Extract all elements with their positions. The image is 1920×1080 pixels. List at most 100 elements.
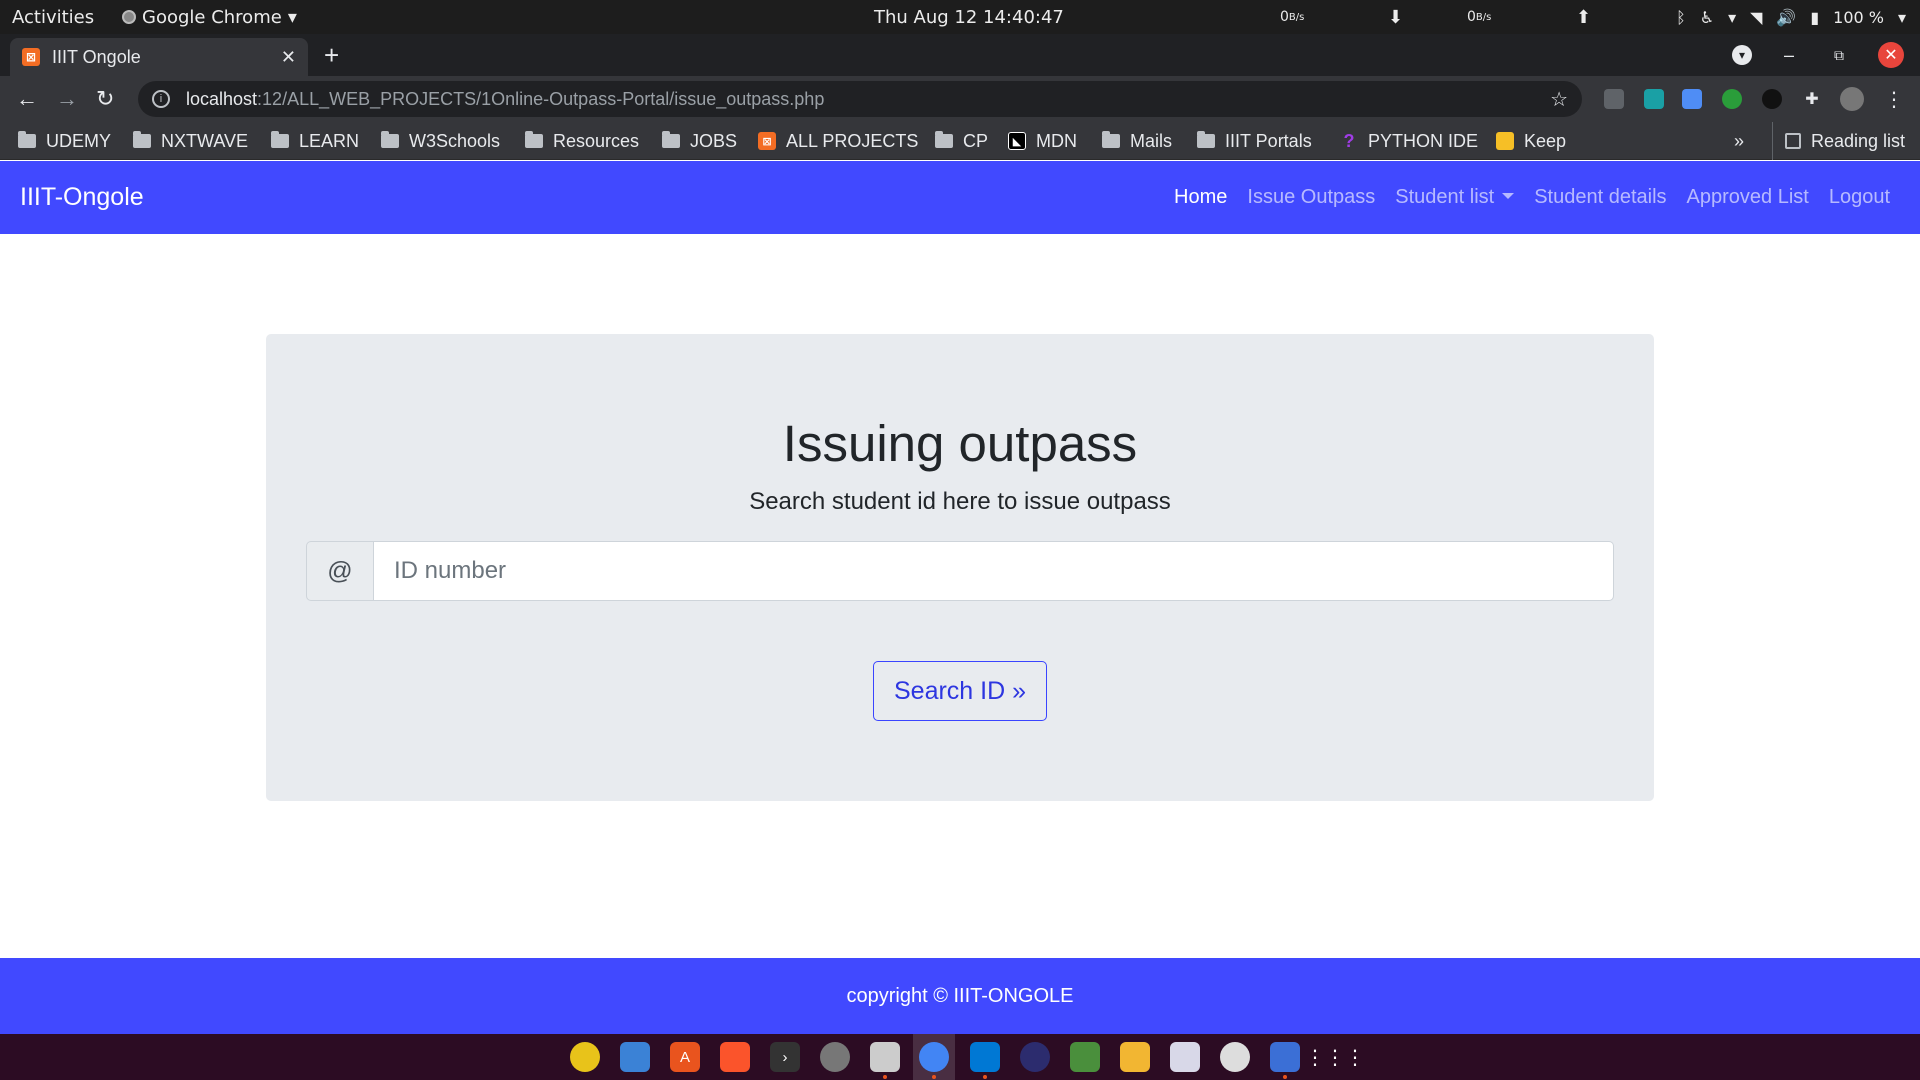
browser-toolbar: ← → ↻ i localhost:12/ALL_WEB_PROJECTS/1O… [0,76,1920,122]
bookmark-learn[interactable]: LEARN [271,122,359,160]
slack-icon[interactable] [1170,1042,1200,1072]
folder-icon [525,131,543,148]
address-bar[interactable]: i localhost:12/ALL_WEB_PROJECTS/1Online-… [138,81,1582,117]
chevron-down-icon: ▾ [1897,7,1906,27]
battery-percent: 100 % [1833,7,1884,27]
nav-link-home[interactable]: Home [1174,186,1227,209]
extension-n-icon[interactable] [1640,76,1668,122]
bookmark-cp[interactable]: CP [935,122,988,160]
extension-copy-icon[interactable] [1678,76,1706,122]
bookmark-label: LEARN [299,130,360,151]
settings-gear-icon[interactable] [820,1042,850,1072]
chevron-down-icon: ▾ [287,6,297,28]
rhythmbox-icon[interactable] [570,1042,600,1072]
system-monitor-icon[interactable] [1070,1042,1100,1072]
terminal-icon[interactable]: › [770,1042,800,1072]
bookmark-label: Keep [1524,130,1567,151]
puzzle-icon[interactable]: ✚ [1798,76,1826,122]
bookmark-mails[interactable]: Mails [1102,122,1172,160]
student-id-input[interactable] [374,541,1614,601]
close-window-button[interactable]: ✕ [1878,34,1904,76]
folder-icon [1197,131,1215,148]
brave-browser-icon[interactable] [720,1042,750,1072]
notes-icon[interactable] [1120,1042,1150,1072]
nav-link-issue-outpass[interactable]: Issue Outpass [1247,186,1375,209]
tab-search-button[interactable]: ▾ [1732,34,1752,76]
extension-dark-icon[interactable] [1758,76,1786,122]
navbar-brand[interactable]: IIIT-Ongole [20,161,144,234]
running-indicator [932,1075,936,1079]
site-footer: copyright © IIIT-ONGOLE [0,958,1920,1034]
activities-button[interactable]: Activities [12,0,94,34]
nav-link-approved-list[interactable]: Approved List [1687,186,1809,209]
nav-link-student-details[interactable]: Student details [1534,186,1666,209]
vscode-icon[interactable] [970,1042,1000,1072]
app-menu[interactable]: Google Chrome ▾ [122,0,297,34]
text-editor-icon[interactable] [1270,1042,1300,1072]
bookmark-nxtwave[interactable]: NXTWAVE [133,122,248,160]
url-path: :12/ALL_WEB_PROJECTS/1Online-Outpass-Por… [257,88,825,109]
navbar-links: Home Issue Outpass Student list Student … [1174,161,1890,234]
files-folder-icon[interactable] [870,1042,900,1072]
new-tab-button[interactable]: + [324,40,339,70]
site-navbar: IIIT-Ongole Home Issue Outpass Student l… [0,161,1920,234]
input-prefix: @ [306,541,374,601]
text-document-icon[interactable] [620,1042,650,1072]
software-center-icon[interactable]: A [670,1042,700,1072]
bookmark-jobs[interactable]: JOBS [662,122,737,160]
reading-list-button[interactable]: Reading list [1772,122,1905,160]
bookmarks-overflow-button[interactable]: » [1734,122,1744,160]
reload-button[interactable]: ↻ [96,76,114,122]
bookmark-mdn[interactable]: ◣ MDN [1008,122,1077,160]
net-download-unit: B/s [1288,11,1305,23]
bookmark-star-icon[interactable]: ☆ [1550,87,1568,112]
bookmark-iiit-portals[interactable]: IIIT Portals [1197,122,1312,160]
arrow-left-icon: ← [16,86,38,111]
extension-tree-icon[interactable] [1718,76,1746,122]
folder-icon [1102,131,1120,148]
info-icon[interactable]: i [152,90,170,108]
extension-badge-icon[interactable] [1600,76,1628,122]
folder-icon [133,131,151,148]
back-button[interactable]: ← [16,76,38,122]
tab-iiit-ongole[interactable]: ⊠ IIIT Ongole ✕ [10,38,308,76]
avatar[interactable] [1838,76,1866,122]
bookmark-resources[interactable]: Resources [525,122,639,160]
close-icon[interactable]: ✕ [281,47,296,68]
search-panel: Issuing outpass Search student id here t… [266,334,1654,801]
chrome-icon[interactable] [919,1042,949,1072]
forward-button[interactable]: → [56,76,78,122]
nav-link-logout[interactable]: Logout [1829,186,1890,209]
nav-dropdown-student-list[interactable]: Student list [1395,186,1515,209]
gimp-icon[interactable] [1220,1042,1250,1072]
chevron-down-icon: ▾ [1728,7,1737,27]
reading-list-label: Reading list [1811,130,1906,151]
bookmark-all-projects[interactable]: ⊠ ALL PROJECTS [758,122,918,160]
folder-icon [271,131,289,148]
bookmark-label: Mails [1130,130,1173,151]
system-tray[interactable]: ᛒ ♿ ▾ ◥ 🔊 ▮ 100 % ▾ [1676,0,1906,34]
restore-button[interactable]: ⧉ [1834,34,1844,76]
reload-icon: ↻ [96,86,115,111]
search-id-button[interactable]: Search ID » [873,661,1047,721]
bookmark-keep[interactable]: Keep [1496,122,1566,160]
eclipse-icon[interactable] [1020,1042,1050,1072]
folder-icon [381,131,399,148]
bookmark-udemy[interactable]: UDEMY [18,122,111,160]
chevron-down-icon: ▾ [1732,45,1752,65]
clock[interactable]: Thu Aug 12 14:40:47 [874,0,1064,34]
menu-dots-icon[interactable]: ⋮ [1880,76,1908,122]
page-title: Issuing outpass [782,415,1138,472]
app-grid-icon[interactable]: ⋮⋮⋮ [1305,1042,1365,1072]
bookmark-python-ide[interactable]: ? PYTHON IDE [1340,122,1479,160]
wifi-icon: ◥ [1750,7,1763,27]
bookmark-w3schools[interactable]: W3Schools [381,122,500,160]
minimize-button[interactable]: – [1784,34,1794,76]
bookmark-label: CP [963,130,989,151]
net-download-speed: 0 B/s [1280,0,1304,34]
keep-icon [1496,132,1514,150]
system-top-bar: Activities Google Chrome ▾ Thu Aug 12 14… [0,0,1920,34]
folder-icon [18,131,36,148]
battery-icon: ▮ [1810,7,1820,27]
bookmark-label: NXTWAVE [161,130,249,151]
